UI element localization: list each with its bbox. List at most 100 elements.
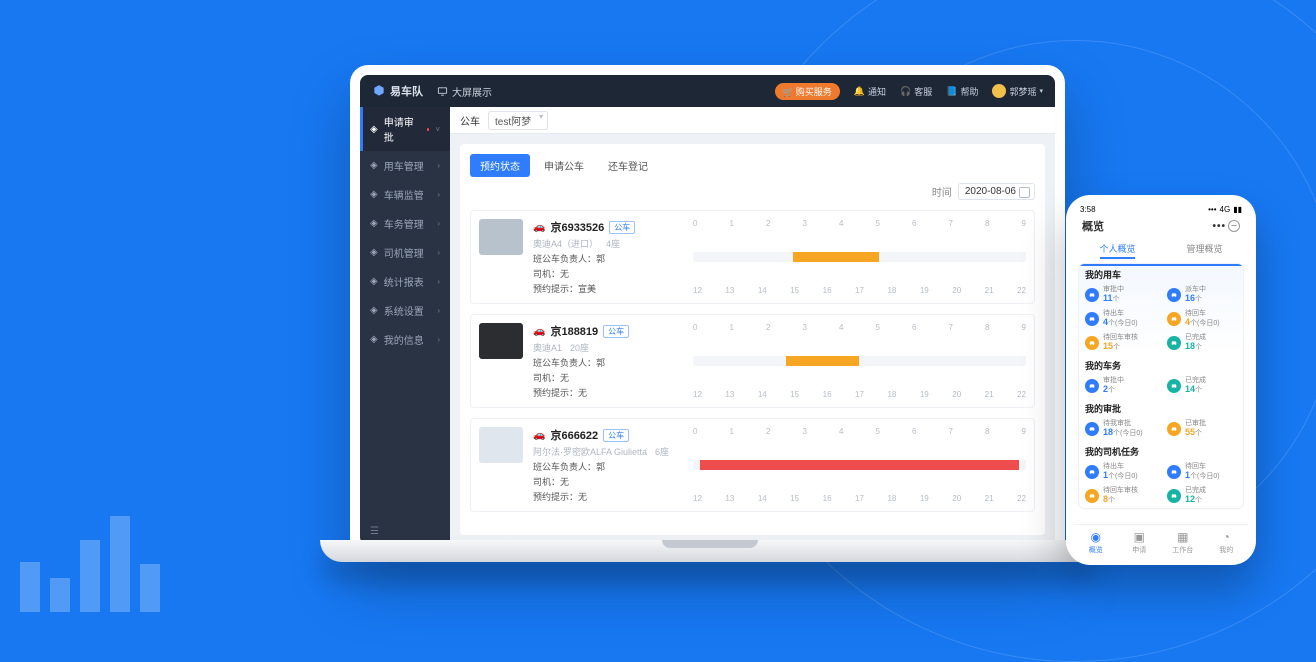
vehicle-tag: 公车 [603,325,629,338]
nav-icon: ◔ [1223,530,1230,544]
stat-item[interactable]: 待回车审核8个 [1079,484,1161,508]
timeline: 01234567891213141516171819202122 [693,219,1026,295]
chevron-down-icon: ˅ [435,125,440,134]
phone-frame: 3:58 •••4G▮▮ 概览 ••• ─ 个人概览管理概览 我的用车审批中11… [1066,195,1256,565]
top-bar: 易车队 大屏展示 🛒购买服务 🔔通知 🎧客服 📘帮助 郭梦瑶▾ [360,75,1055,107]
stat-item[interactable]: 待我审批18个(今日0) [1079,417,1161,441]
service-link[interactable]: 🎧客服 [900,85,932,98]
phone-body: 我的用车审批中11个派车中16个待出车4个(今日0)待回车4个(今日0)待回车审… [1078,263,1244,509]
laptop-frame: 易车队 大屏展示 🛒购买服务 🔔通知 🎧客服 📘帮助 郭梦瑶▾ ◈申请审批˅◈用… [350,65,1065,555]
sidebar-item[interactable]: ◈车务管理› [360,209,450,238]
vehicle-thumb [479,323,523,359]
timeline-track [693,252,1026,262]
big-screen-link[interactable]: 大屏展示 [437,84,492,99]
stat-item[interactable]: 已审批55个 [1161,417,1243,441]
stat-icon [1167,379,1181,393]
stat-item[interactable]: 待出车4个(今日0) [1079,307,1161,331]
sidebar-item[interactable]: ◈统计报表› [360,267,450,296]
stat-icon [1167,288,1181,302]
phone-nav-item[interactable]: ◉概览 [1074,525,1118,559]
vehicle-thumb [479,427,523,463]
cog-icon: ◈ [370,305,378,316]
phone-nav-item[interactable]: ◔我的 [1205,525,1249,559]
sidebar-item[interactable]: ◈司机管理› [360,238,450,267]
stat-icon [1085,288,1099,302]
vehicle-tag: 公车 [603,429,629,442]
badge-dot [427,128,430,131]
user-menu[interactable]: 郭梦瑶▾ [992,84,1043,98]
plate-number[interactable]: 京666622 [550,427,598,443]
team-select[interactable]: test阿梦 [488,111,548,130]
phone-nav-item[interactable]: ▦工作台 [1161,525,1205,559]
stat-item[interactable]: 已完成14个 [1161,374,1243,398]
plate-number[interactable]: 京188819 [550,323,598,339]
section-title: 我的司机任务 [1079,441,1243,460]
tab[interactable]: 预约状态 [470,154,530,177]
phone-tab[interactable]: 管理概览 [1161,238,1248,259]
breadcrumb-title: 公车 [460,113,480,128]
clock-icon: ◈ [370,124,378,135]
section-title: 我的车务 [1079,355,1243,374]
sidebar: ◈申请审批˅◈用车管理›◈车辆监管›◈车务管理›◈司机管理›◈统计报表›◈系统设… [360,107,450,545]
help-link[interactable]: 📘帮助 [946,85,978,98]
stat-icon [1085,312,1099,326]
timeline-track [693,356,1026,366]
timeline: 01234567891213141516171819202122 [693,323,1026,399]
stat-item[interactable]: 审批中2个 [1079,374,1161,398]
sidebar-item[interactable]: ◈车辆监管› [360,180,450,209]
nav-icon: ▦ [1177,530,1188,544]
phone-nav-item[interactable]: ▣申请 [1118,525,1162,559]
nav-icon: ▣ [1134,530,1145,544]
stat-icon [1085,489,1099,503]
nav-icon: ◉ [1091,530,1101,544]
phone-tab[interactable]: 个人概览 [1074,238,1161,259]
stat-item[interactable]: 派车中16个 [1161,283,1243,307]
stat-item[interactable]: 已完成18个 [1161,331,1243,355]
gear-icon: ◈ [370,218,378,229]
section-title: 我的审批 [1079,398,1243,417]
chevron-right-icon: › [437,161,440,170]
stat-item[interactable]: 待回车1个(今日0) [1161,460,1243,484]
phone-header-actions[interactable]: ••• ─ [1212,220,1240,232]
sidebar-item[interactable]: ◈我的信息› [360,325,450,354]
chevron-right-icon: › [437,335,440,344]
stat-item[interactable]: 待回车审核15个 [1079,331,1161,355]
stat-icon [1085,422,1099,436]
laptop-base [320,540,1100,562]
buy-service-button[interactable]: 🛒购买服务 [775,83,840,100]
phone-tabs: 个人概览管理概览 [1074,238,1248,259]
web-app: 易车队 大屏展示 🛒购买服务 🔔通知 🎧客服 📘帮助 郭梦瑶▾ ◈申请审批˅◈用… [360,75,1055,545]
notice-link[interactable]: 🔔通知 [854,85,886,98]
sidebar-item[interactable]: ◈申请审批˅ [360,107,450,151]
date-picker[interactable]: 2020-08-06 [958,183,1035,200]
chart-icon: ◈ [370,276,378,287]
sidebar-item[interactable]: ◈系统设置› [360,296,450,325]
sidebar-item[interactable]: ◈用车管理› [360,151,450,180]
user-icon: ◈ [370,334,378,345]
tab[interactable]: 还车登记 [598,154,658,177]
plate-number[interactable]: 京6933526 [550,219,604,235]
main-panel: 预约状态申请公车还车登记 时间 2020-08-06 🚗京6933526公车奥迪… [460,144,1045,535]
timeline-track [693,460,1026,470]
stat-item[interactable]: 审批中11个 [1079,283,1161,307]
phone-status-bar: 3:58 •••4G▮▮ [1074,205,1248,214]
brand-text: 易车队 [390,83,423,99]
vehicle-thumb [479,219,523,255]
home-icon: ◈ [370,160,378,171]
timeline: 01234567891213141516171819202122 [693,427,1026,503]
stat-icon [1085,465,1099,479]
vehicle-card: 🚗京666622公车阿尔法·罗密欧ALFA Giulietta6座班公车负责人：… [470,418,1035,512]
hexagon-icon [372,84,386,98]
stat-item[interactable]: 已完成12个 [1161,484,1243,508]
phone-page-title: 概览 [1082,218,1104,234]
breadcrumb: 公车 test阿梦 [450,107,1055,134]
stat-icon [1167,422,1181,436]
chevron-right-icon: › [437,277,440,286]
tab[interactable]: 申请公车 [534,154,594,177]
tabs: 预约状态申请公车还车登记 [470,154,1035,177]
stat-item[interactable]: 待回车4个(今日0) [1161,307,1243,331]
close-icon[interactable]: ─ [1228,220,1240,232]
stat-item[interactable]: 待出车1个(今日0) [1079,460,1161,484]
section-title: 我的用车 [1079,264,1243,283]
chevron-right-icon: › [437,248,440,257]
